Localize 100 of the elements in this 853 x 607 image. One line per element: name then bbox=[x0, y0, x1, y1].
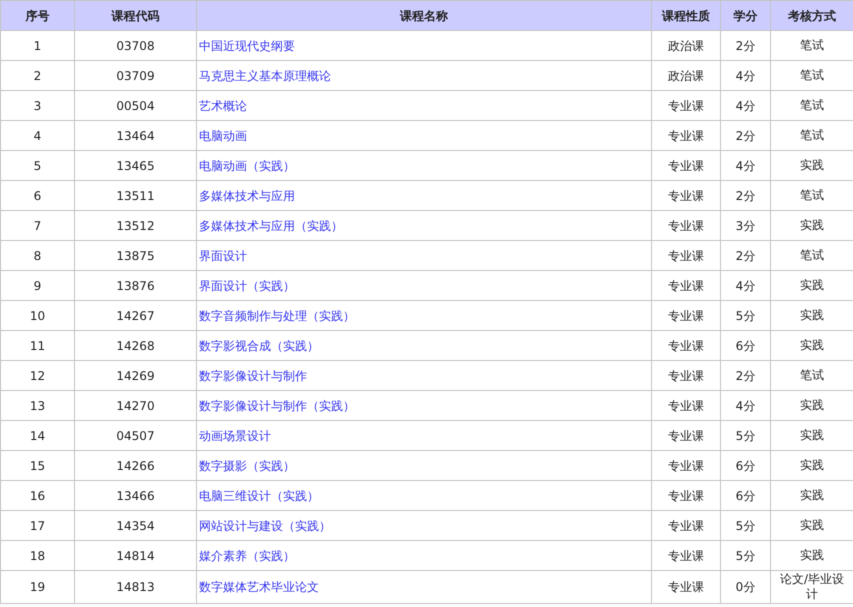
course-link[interactable]: 媒介素养（实践） bbox=[199, 548, 295, 562]
course-link[interactable]: 电脑三维设计（实践） bbox=[199, 488, 319, 502]
table-cell: 13875 bbox=[74, 240, 196, 270]
table-cell: 2分 bbox=[720, 180, 770, 210]
table-cell: 12 bbox=[0, 360, 74, 390]
column-header: 序号 bbox=[0, 0, 74, 30]
course-link[interactable]: 数字摄影（实践） bbox=[199, 458, 295, 472]
table-cell: 专业课 bbox=[652, 270, 720, 300]
column-header: 学分 bbox=[720, 0, 770, 30]
table-cell: 4分 bbox=[720, 90, 770, 120]
course-link[interactable]: 电脑动画（实践） bbox=[199, 158, 295, 172]
table-cell: 3 bbox=[0, 90, 74, 120]
table-cell: 5分 bbox=[720, 510, 770, 540]
table-cell: 专业课 bbox=[652, 420, 720, 450]
table-cell: 5 bbox=[0, 150, 74, 180]
table-cell: 00504 bbox=[74, 90, 196, 120]
table-cell: 4分 bbox=[720, 390, 770, 420]
table-cell: 04507 bbox=[74, 420, 196, 450]
table-cell: 19 bbox=[0, 570, 74, 604]
table-cell: 专业课 bbox=[652, 510, 720, 540]
table-cell: 专业课 bbox=[652, 390, 720, 420]
table-cell: 13464 bbox=[74, 120, 196, 150]
table-cell: 专业课 bbox=[652, 570, 720, 604]
table-cell: 10 bbox=[0, 300, 74, 330]
table-cell: 15 bbox=[0, 450, 74, 480]
table-cell: 专业课 bbox=[652, 90, 720, 120]
table-cell: 政治课 bbox=[652, 60, 720, 90]
course-link[interactable]: 界面设计（实践） bbox=[199, 278, 295, 292]
table-cell: 13511 bbox=[74, 180, 196, 210]
table-cell: 03708 bbox=[74, 30, 196, 60]
course-link[interactable]: 马克思主义基本原理概论 bbox=[199, 68, 331, 82]
course-link[interactable]: 界面设计 bbox=[199, 248, 247, 262]
table-cell: 3分 bbox=[720, 210, 770, 240]
table-cell: 论文/毕业设计 bbox=[770, 570, 853, 604]
table-cell: 14813 bbox=[74, 570, 196, 604]
table-cell: 14270 bbox=[74, 390, 196, 420]
table-cell: 11 bbox=[0, 330, 74, 360]
table-cell: 13 bbox=[0, 390, 74, 420]
course-link[interactable]: 电脑动画 bbox=[199, 128, 247, 142]
table-cell: 6分 bbox=[720, 480, 770, 510]
table-cell: 专业课 bbox=[652, 210, 720, 240]
table-cell: 2分 bbox=[720, 360, 770, 390]
course-link[interactable]: 多媒体技术与应用（实践） bbox=[199, 218, 343, 232]
table-cell: 17 bbox=[0, 510, 74, 540]
table-cell: 0分 bbox=[720, 570, 770, 604]
table-cell: 专业课 bbox=[652, 120, 720, 150]
table-cell: 专业课 bbox=[652, 480, 720, 510]
column-header: 考核方式 bbox=[770, 0, 853, 30]
table-cell: 6 bbox=[0, 180, 74, 210]
course-link[interactable]: 数字影像设计与制作（实践） bbox=[199, 398, 355, 412]
table-cell: 专业课 bbox=[652, 360, 720, 390]
table-cell: 专业课 bbox=[652, 240, 720, 270]
table-cell: 9 bbox=[0, 270, 74, 300]
table-cell: 03709 bbox=[74, 60, 196, 90]
table-cell: 政治课 bbox=[652, 30, 720, 60]
course-link[interactable]: 网站设计与建设（实践） bbox=[199, 518, 331, 532]
table-cell: 6分 bbox=[720, 330, 770, 360]
table-cell: 专业课 bbox=[652, 330, 720, 360]
table-cell: 8 bbox=[0, 240, 74, 270]
course-link[interactable]: 艺术概论 bbox=[199, 98, 247, 112]
course-link[interactable]: 动画场景设计 bbox=[199, 428, 271, 442]
table-cell: 18 bbox=[0, 540, 74, 570]
table-cell: 14266 bbox=[74, 450, 196, 480]
course-link[interactable]: 中国近现代史纲要 bbox=[199, 38, 295, 52]
table-cell: 专业课 bbox=[652, 540, 720, 570]
table-cell: 专业课 bbox=[652, 300, 720, 330]
table-cell: 专业课 bbox=[652, 450, 720, 480]
table-cell: 2分 bbox=[720, 30, 770, 60]
course-link[interactable]: 数字音频制作与处理（实践） bbox=[199, 308, 355, 322]
table-cell: 4分 bbox=[720, 150, 770, 180]
table-cell: 5分 bbox=[720, 540, 770, 570]
table-cell: 13876 bbox=[74, 270, 196, 300]
table-cell: 7 bbox=[0, 210, 74, 240]
table-cell: 14269 bbox=[74, 360, 196, 390]
table-cell: 4分 bbox=[720, 270, 770, 300]
table-cell: 2分 bbox=[720, 240, 770, 270]
column-header: 课程代码 bbox=[74, 0, 196, 30]
table-cell: 14267 bbox=[74, 300, 196, 330]
table-cell: 13466 bbox=[74, 480, 196, 510]
column-header: 课程名称 bbox=[196, 0, 652, 30]
table-cell: 6分 bbox=[720, 450, 770, 480]
table-cell: 5分 bbox=[720, 300, 770, 330]
table-cell: 14268 bbox=[74, 330, 196, 360]
table-cell: 专业课 bbox=[652, 180, 720, 210]
table-cell: 4分 bbox=[720, 60, 770, 90]
table-cell: 4 bbox=[0, 120, 74, 150]
course-link[interactable]: 数字媒体艺术毕业论文 bbox=[199, 580, 319, 594]
table-cell: 14354 bbox=[74, 510, 196, 540]
table-cell: 专业课 bbox=[652, 150, 720, 180]
course-link[interactable]: 多媒体技术与应用 bbox=[199, 188, 295, 202]
table-cell: 5分 bbox=[720, 420, 770, 450]
course-link[interactable]: 数字影像设计与制作 bbox=[199, 368, 307, 382]
table-cell: 14 bbox=[0, 420, 74, 450]
table-cell: 16 bbox=[0, 480, 74, 510]
table-cell: 1 bbox=[0, 30, 74, 60]
table-cell: 14814 bbox=[74, 540, 196, 570]
table-cell: 2分 bbox=[720, 120, 770, 150]
course-link[interactable]: 数字影视合成（实践） bbox=[199, 338, 319, 352]
table-cell: 13465 bbox=[74, 150, 196, 180]
table-cell: 2 bbox=[0, 60, 74, 90]
